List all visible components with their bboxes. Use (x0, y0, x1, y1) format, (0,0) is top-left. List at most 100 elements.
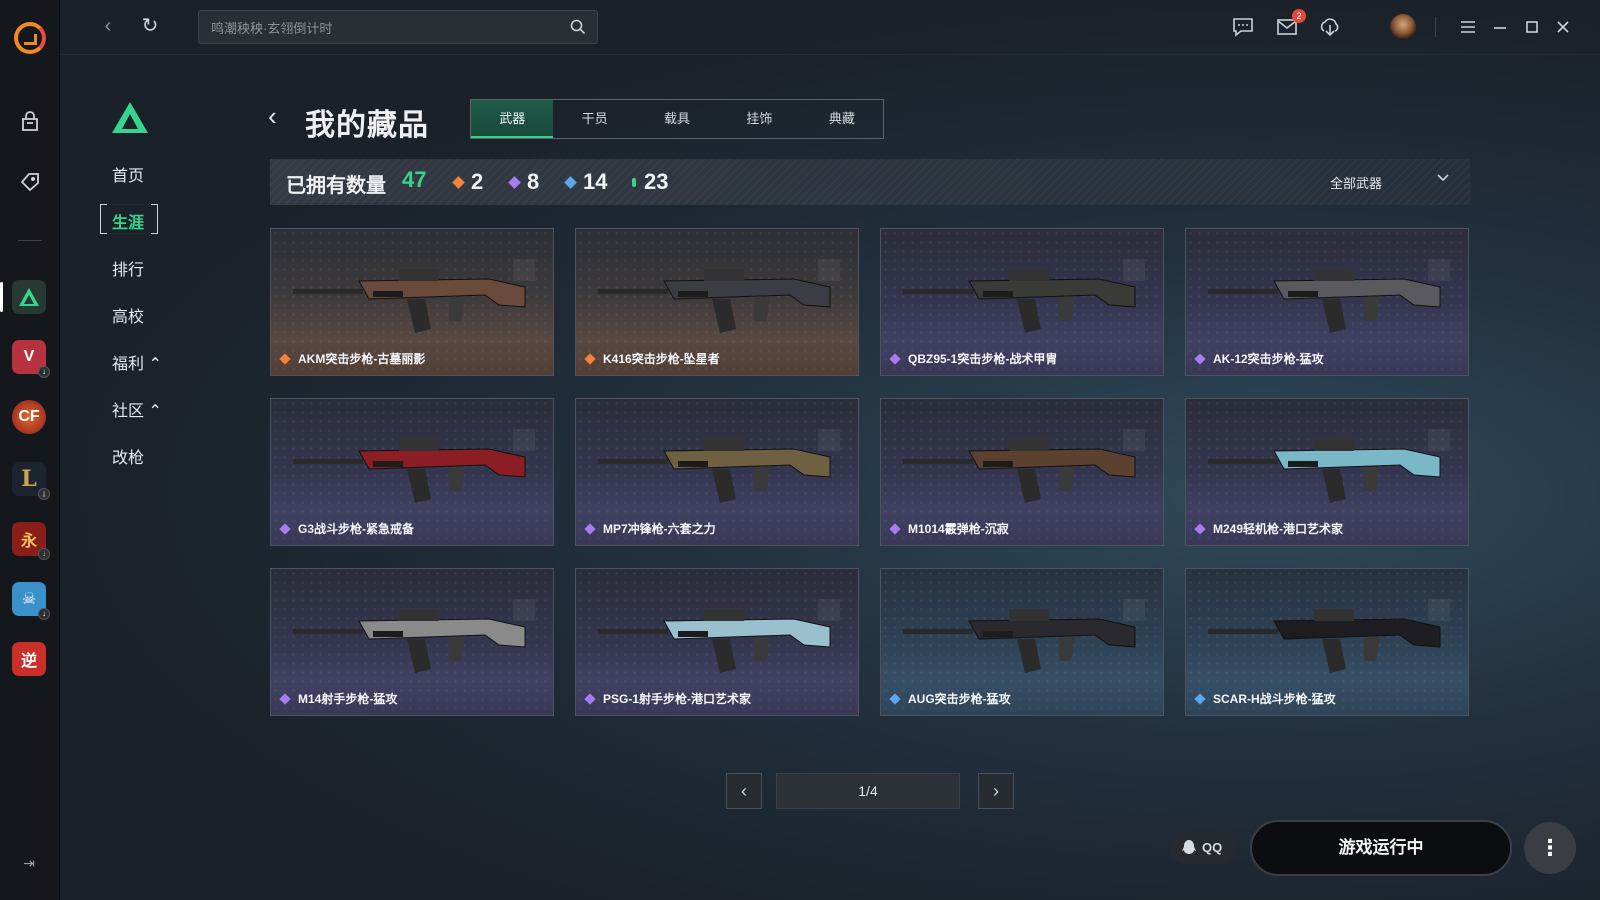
sidenav-item-community[interactable]: 社区 ⌃ (112, 397, 172, 421)
sidenav-item-home[interactable]: 首页 (112, 162, 172, 186)
sidenav-item-gunsmith[interactable]: 改枪 (112, 444, 172, 468)
item-name: M249轻机枪-港口艺术家 (1194, 520, 1343, 537)
rarity-diamond-icon (889, 522, 901, 535)
rarity-diamond-icon (584, 522, 596, 535)
item-label: AK-12突击步枪-猛攻 (1213, 352, 1324, 366)
search-input[interactable] (211, 18, 551, 38)
page-indicator: 1/4 (776, 773, 960, 809)
sidenav-item-college[interactable]: 高校 (112, 303, 172, 327)
item-name: G3战斗步枪-紧急戒备 (279, 520, 414, 537)
rarity-diamond-icon (279, 522, 291, 535)
qq-login-button[interactable]: QQ (1170, 832, 1236, 864)
rarity-diamond-icon (1194, 692, 1206, 705)
page-back-icon[interactable]: ‹ (268, 102, 288, 130)
item-name: AUG突击步枪-猛攻 (889, 690, 1011, 707)
close-icon[interactable] (1550, 15, 1576, 39)
maximize-icon[interactable] (1519, 15, 1545, 39)
owned-count-label: 已拥有数量 (286, 175, 386, 197)
item-card[interactable]: G3战斗步枪-紧急戒备 (270, 398, 554, 546)
item-card[interactable]: PSG-1射手步枪-港口艺术家 (575, 568, 859, 716)
rarity-diamond-icon (889, 352, 901, 365)
rarity-orange-value: 2 (471, 169, 484, 194)
skull-game-icon[interactable]: ☠ ↓ (12, 582, 50, 620)
green-marker-icon (632, 177, 636, 187)
search-icon[interactable] (569, 18, 587, 36)
rarity-diamond-icon (279, 352, 291, 365)
item-card[interactable]: QBZ95-1突击步枪-战术甲胄 (880, 228, 1164, 376)
sidenav-item-ranking[interactable]: 排行 (112, 256, 172, 280)
purple-diamond-icon (508, 175, 521, 189)
naraka-game-icon[interactable]: 永 ↓ (12, 522, 50, 560)
rarity-diamond-icon (279, 692, 291, 705)
more-options-button[interactable]: ⋮ (1524, 822, 1576, 874)
league-game-icon[interactable]: L ↓ (12, 462, 50, 500)
back-arrow-icon[interactable]: ‹ (96, 14, 120, 38)
prev-page-button[interactable]: ‹ (726, 773, 762, 809)
weapon-image (1208, 269, 1441, 333)
item-card[interactable]: M14射手步枪-猛攻 (270, 568, 554, 716)
tab-operators[interactable]: 干员 (553, 100, 635, 138)
weapon-image (903, 609, 1136, 673)
rarity-purple-count: 8 (508, 169, 540, 195)
app-logo[interactable] (14, 22, 46, 54)
weapon-image (903, 269, 1136, 333)
expand-rail-icon[interactable]: ⇥ (19, 855, 39, 875)
item-label: QBZ95-1突击步枪-战术甲胄 (908, 352, 1058, 366)
item-card[interactable]: AKM突击步枪-古墓丽影 (270, 228, 554, 376)
weapon-filter-label: 全部武器 (1330, 176, 1383, 191)
tab-weapons[interactable]: 武器 (471, 100, 554, 138)
collection-stats-bar: 已拥有数量 47 2 8 14 23 全部武器 (270, 159, 1470, 205)
item-card[interactable]: AUG突击步枪-猛攻 (880, 568, 1164, 716)
item-name: PSG-1射手步枪-港口艺术家 (584, 690, 752, 707)
item-card[interactable]: MP7冲锋枪-六套之力 (575, 398, 859, 546)
menu-icon[interactable] (1455, 15, 1481, 39)
item-card[interactable]: M249轻机枪-港口艺术家 (1185, 398, 1469, 546)
sidenav-item-welfare[interactable]: 福利 ⌃ (112, 350, 172, 374)
game-running-button[interactable]: 游戏运行中 (1250, 820, 1512, 876)
refresh-icon[interactable]: ↻ (138, 14, 162, 38)
rarity-diamond-icon (584, 692, 596, 705)
minimize-icon[interactable] (1487, 15, 1513, 39)
crossfire-game-icon[interactable]: CF (12, 400, 46, 434)
weapon-image (1208, 439, 1441, 503)
tag-icon[interactable] (14, 166, 46, 198)
item-label: M1014霰弹枪-沉寂 (908, 522, 1009, 536)
topbar-divider (1435, 17, 1436, 37)
weapon-image (598, 609, 831, 673)
item-name: M14射手步枪-猛攻 (279, 690, 397, 707)
chevron-down-icon (1437, 174, 1449, 182)
main-panel: ‹ ↻ 2 首页 生涯 排行 (60, 0, 1600, 900)
reverse-game-icon[interactable]: 逆 (12, 642, 46, 676)
tab-vehicles[interactable]: 载具 (636, 100, 718, 138)
item-card[interactable]: M1014霰弹枪-沉寂 (880, 398, 1164, 546)
rarity-purple-value: 8 (527, 169, 540, 194)
avatar[interactable] (1390, 14, 1416, 40)
item-label: SCAR-H战斗步枪-猛攻 (1213, 692, 1336, 706)
item-name: K416突击步枪-坠星者 (584, 350, 720, 367)
item-card[interactable]: K416突击步枪-坠星者 (575, 228, 859, 376)
item-label: PSG-1射手步枪-港口艺术家 (603, 692, 752, 706)
weapon-filter-dropdown[interactable]: 全部武器 (1330, 173, 1450, 192)
rarity-diamond-icon (584, 352, 596, 365)
bag-icon[interactable] (14, 106, 46, 138)
chat-icon[interactable] (1230, 15, 1256, 39)
item-label: K416突击步枪-坠星者 (603, 352, 720, 366)
item-card[interactable]: SCAR-H战斗步枪-猛攻 (1185, 568, 1469, 716)
rail-divider (18, 240, 42, 241)
weapon-image (293, 269, 526, 333)
item-label: MP7冲锋枪-六套之力 (603, 522, 716, 536)
search-box[interactable] (198, 10, 598, 44)
next-page-button[interactable]: › (978, 773, 1014, 809)
tab-collection[interactable]: 典藏 (801, 100, 883, 138)
download-icon[interactable] (1317, 15, 1343, 39)
item-name: M1014霰弹枪-沉寂 (889, 520, 1009, 537)
top-bar: ‹ ↻ 2 (60, 0, 1600, 54)
mail-icon[interactable]: 2 (1274, 9, 1306, 39)
delta-force-game-icon[interactable] (12, 280, 46, 314)
valorant-game-icon[interactable]: V ↓ (12, 340, 50, 378)
page-title: 我的藏品 (305, 109, 429, 142)
rarity-blue-count: 14 (564, 169, 607, 195)
tab-charms[interactable]: 挂饰 (718, 100, 800, 138)
sidenav-item-career[interactable]: 生涯 (112, 209, 172, 233)
item-card[interactable]: AK-12突击步枪-猛攻 (1185, 228, 1469, 376)
